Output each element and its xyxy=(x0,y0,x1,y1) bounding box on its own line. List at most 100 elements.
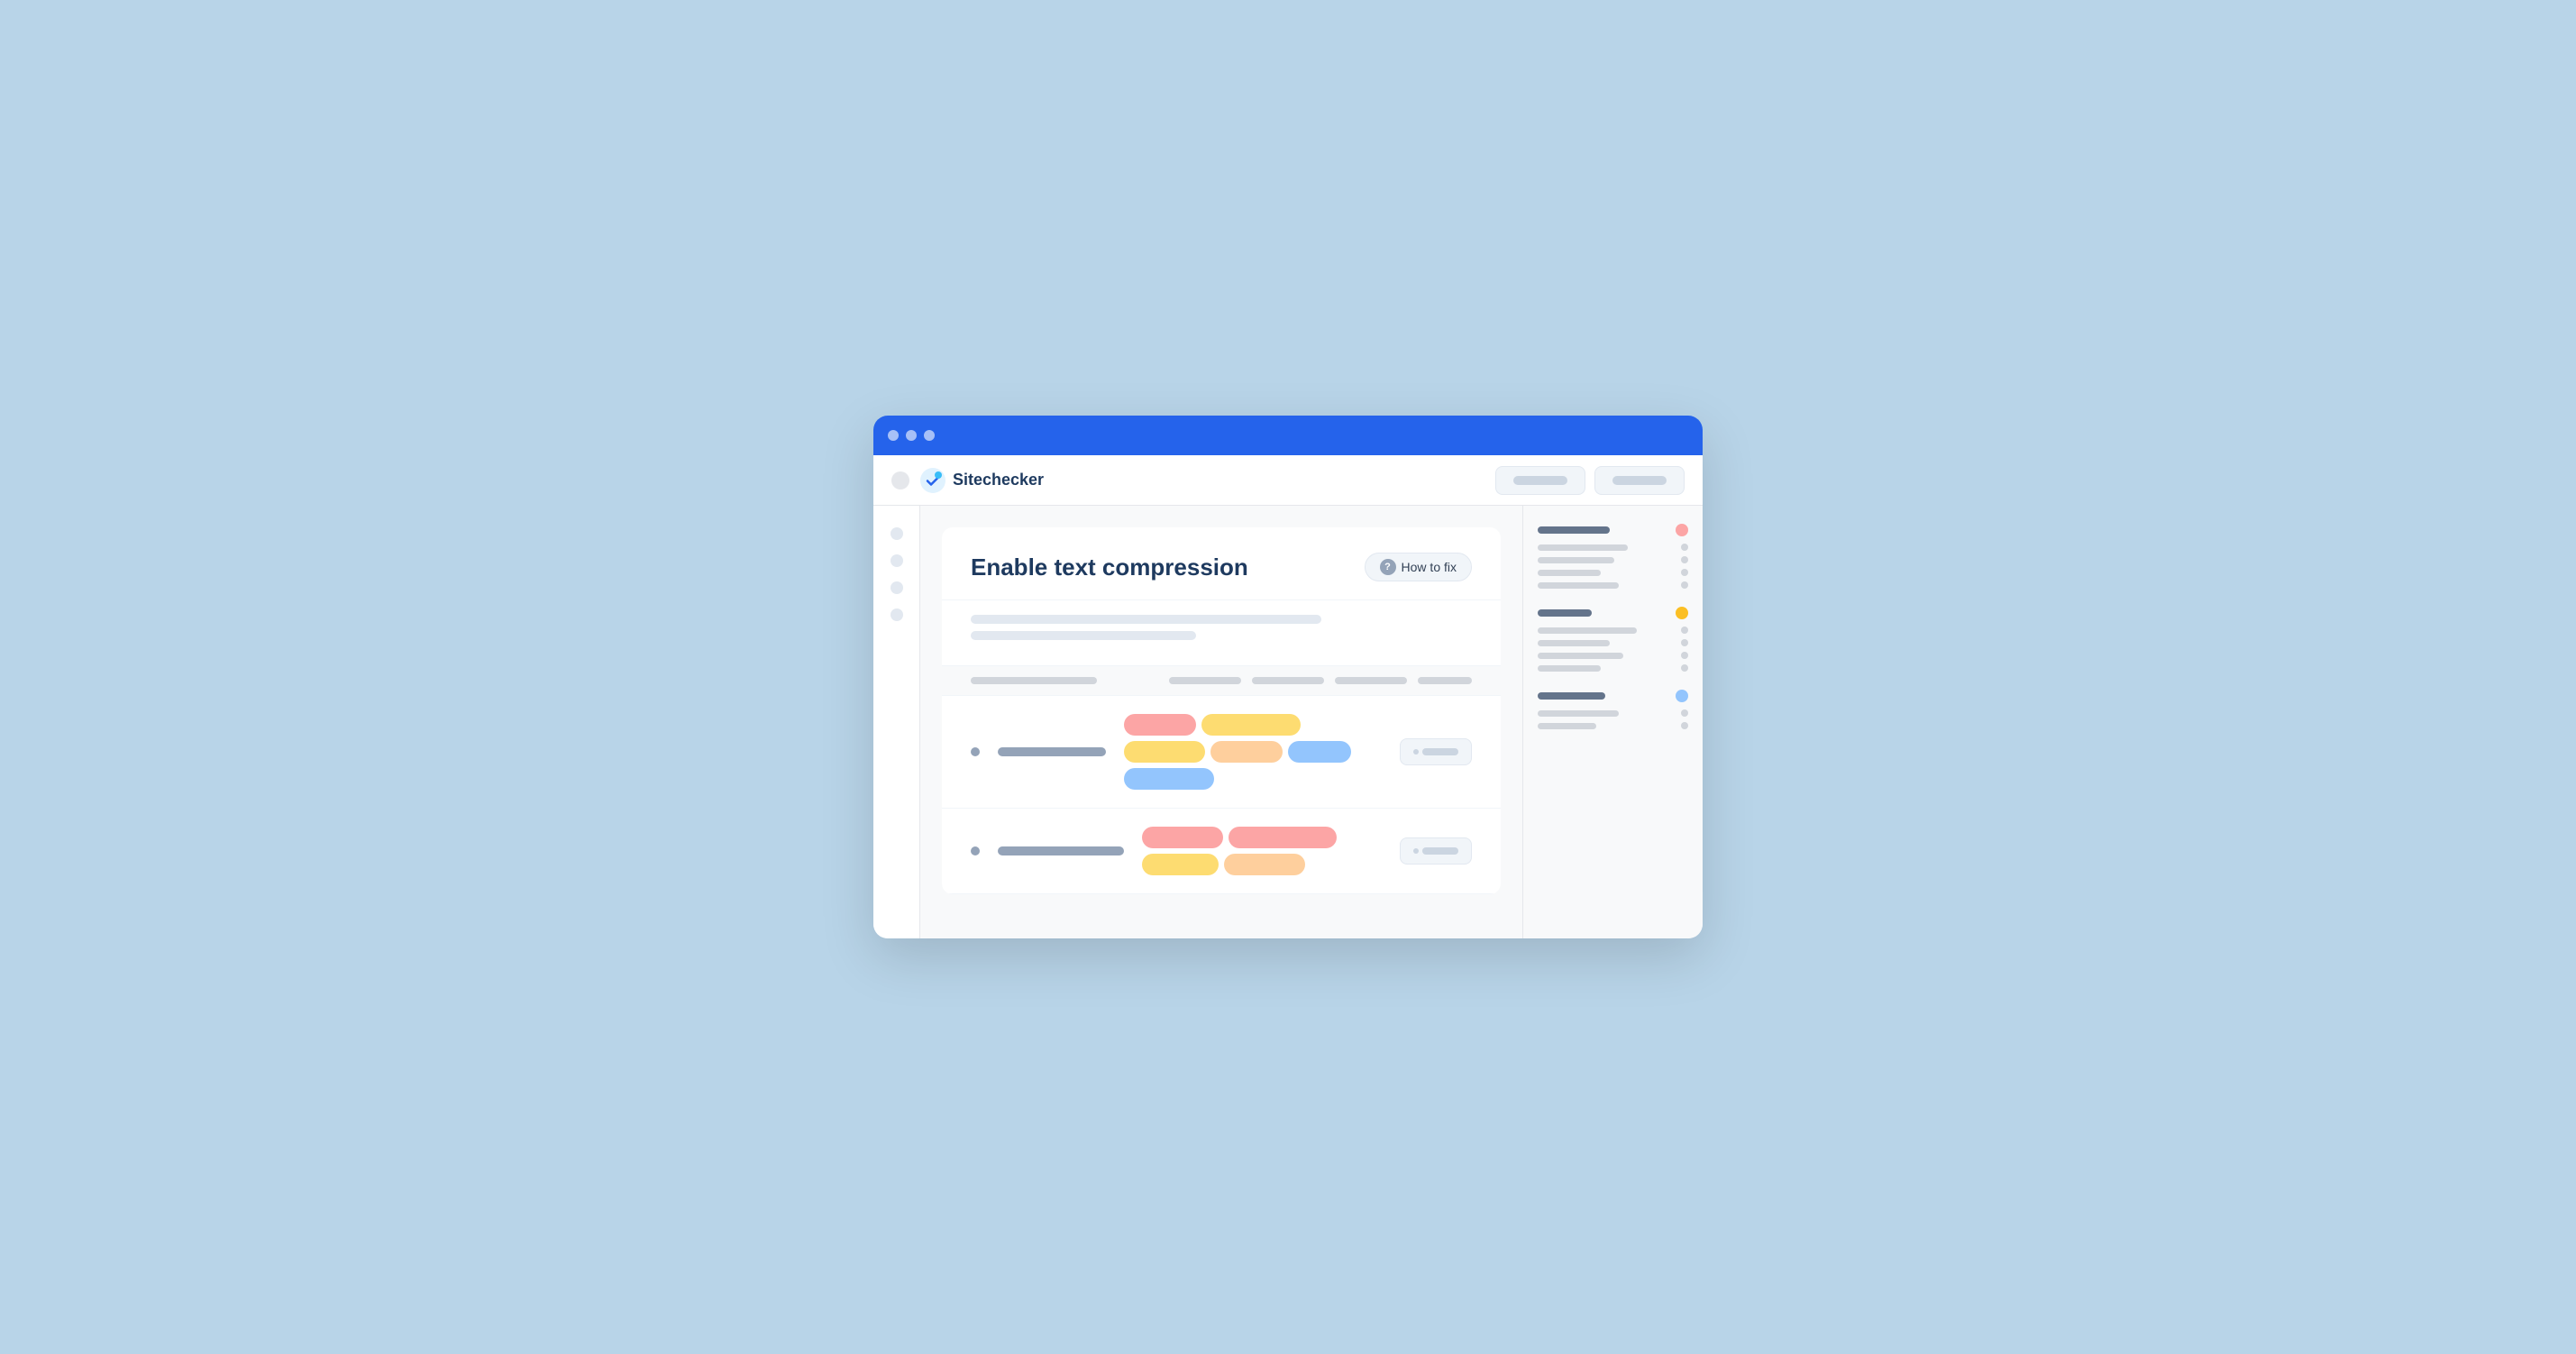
table-row xyxy=(942,696,1501,809)
action-dot-1 xyxy=(1413,749,1419,755)
nav-btn-inner-1 xyxy=(1513,476,1567,485)
rs-bar xyxy=(1538,557,1614,563)
rs-section-3 xyxy=(1538,690,1688,729)
how-to-fix-label: How to fix xyxy=(1402,560,1457,574)
rs-item xyxy=(1538,544,1688,551)
rs-dot xyxy=(1681,581,1688,589)
browser-body: Enable text compression ? How to fix xyxy=(873,506,1703,938)
content-card: Enable text compression ? How to fix xyxy=(942,527,1501,894)
th-1 xyxy=(971,677,1097,684)
browser-titlebar xyxy=(873,416,1703,455)
sidebar-dot-3 xyxy=(891,581,903,594)
logo-icon xyxy=(920,468,945,493)
nav-button-1[interactable] xyxy=(1495,466,1585,495)
action-line-1 xyxy=(1422,748,1458,755)
nav-button-2[interactable] xyxy=(1594,466,1685,495)
window-dot-3 xyxy=(924,430,935,441)
right-sidebar xyxy=(1522,506,1703,938)
rs-item xyxy=(1538,722,1688,729)
tag-pink-1 xyxy=(1124,714,1196,736)
tag-orange-1 xyxy=(1201,714,1301,736)
table-section xyxy=(942,666,1501,894)
sidebar-dot-4 xyxy=(891,608,903,621)
sidebar-dot-1 xyxy=(891,527,903,540)
browser-window: Sitechecker Enable text compression xyxy=(873,416,1703,938)
tag-peach-1 xyxy=(1210,741,1283,763)
rs-item xyxy=(1538,569,1688,576)
rs-dot xyxy=(1681,556,1688,563)
rs-item xyxy=(1538,581,1688,589)
tag-pink-2 xyxy=(1142,827,1223,848)
rs-badge-3 xyxy=(1676,690,1688,702)
desc-line-1 xyxy=(971,615,1321,624)
rs-item xyxy=(1538,639,1688,646)
rs-item xyxy=(1538,556,1688,563)
row-indicator-1 xyxy=(971,747,980,756)
th-4 xyxy=(1335,677,1407,684)
rs-section-2 xyxy=(1538,607,1688,672)
table-header-row xyxy=(942,666,1501,696)
window-dot-1 xyxy=(888,430,899,441)
rs-badge-1 xyxy=(1676,524,1688,536)
rs-dot xyxy=(1681,709,1688,717)
tag-blue-1 xyxy=(1288,741,1351,763)
left-sidebar xyxy=(873,506,920,938)
rs-dot xyxy=(1681,639,1688,646)
rs-dot xyxy=(1681,627,1688,634)
nav-btn-inner-2 xyxy=(1612,476,1667,485)
rs-bar xyxy=(1538,570,1601,576)
rs-bar xyxy=(1538,544,1628,551)
tag-blue-2 xyxy=(1124,768,1214,790)
table-row xyxy=(942,809,1501,894)
tag-orange-2 xyxy=(1124,741,1205,763)
rs-item xyxy=(1538,664,1688,672)
th-2 xyxy=(1169,677,1241,684)
rs-dot xyxy=(1681,722,1688,729)
row-label-2 xyxy=(998,846,1124,855)
rs-title-1 xyxy=(1538,526,1610,534)
row-label-1 xyxy=(998,747,1106,756)
card-header: Enable text compression ? How to fix xyxy=(942,527,1501,600)
rs-dot xyxy=(1681,544,1688,551)
row-tags-1 xyxy=(1124,714,1382,790)
browser-nav: Sitechecker xyxy=(873,455,1703,506)
rs-bar xyxy=(1538,723,1596,729)
action-line-2 xyxy=(1422,847,1458,855)
card-description xyxy=(942,600,1501,666)
action-dot-2 xyxy=(1413,848,1419,854)
how-to-fix-button[interactable]: ? How to fix xyxy=(1365,553,1472,581)
sidebar-dot-2 xyxy=(891,554,903,567)
rs-bar xyxy=(1538,582,1619,589)
nav-buttons xyxy=(1495,466,1685,495)
logo-text: Sitechecker xyxy=(953,471,1044,489)
tag-peach-2 xyxy=(1224,854,1305,875)
main-content: Enable text compression ? How to fix xyxy=(920,506,1522,938)
row-tags-2 xyxy=(1142,827,1382,875)
rs-bar xyxy=(1538,640,1610,646)
rs-badge-2 xyxy=(1676,607,1688,619)
row-action-1[interactable] xyxy=(1400,738,1472,765)
card-title: Enable text compression xyxy=(971,553,1248,581)
rs-header-3 xyxy=(1538,690,1688,702)
rs-bar xyxy=(1538,627,1637,634)
th-3 xyxy=(1252,677,1324,684)
rs-section-1 xyxy=(1538,524,1688,589)
rs-item xyxy=(1538,627,1688,634)
window-dot-2 xyxy=(906,430,917,441)
question-icon: ? xyxy=(1380,559,1396,575)
desc-line-2 xyxy=(971,631,1196,640)
th-5 xyxy=(1418,677,1472,684)
row-action-2[interactable] xyxy=(1400,837,1472,865)
rs-bar xyxy=(1538,653,1623,659)
rs-bar xyxy=(1538,665,1601,672)
row-indicator-2 xyxy=(971,846,980,855)
rs-item xyxy=(1538,652,1688,659)
rs-dot xyxy=(1681,569,1688,576)
rs-item xyxy=(1538,709,1688,717)
rs-bar xyxy=(1538,710,1619,717)
rs-header-1 xyxy=(1538,524,1688,536)
rs-header-2 xyxy=(1538,607,1688,619)
rs-dot xyxy=(1681,664,1688,672)
rs-dot xyxy=(1681,652,1688,659)
nav-circle xyxy=(891,471,909,489)
